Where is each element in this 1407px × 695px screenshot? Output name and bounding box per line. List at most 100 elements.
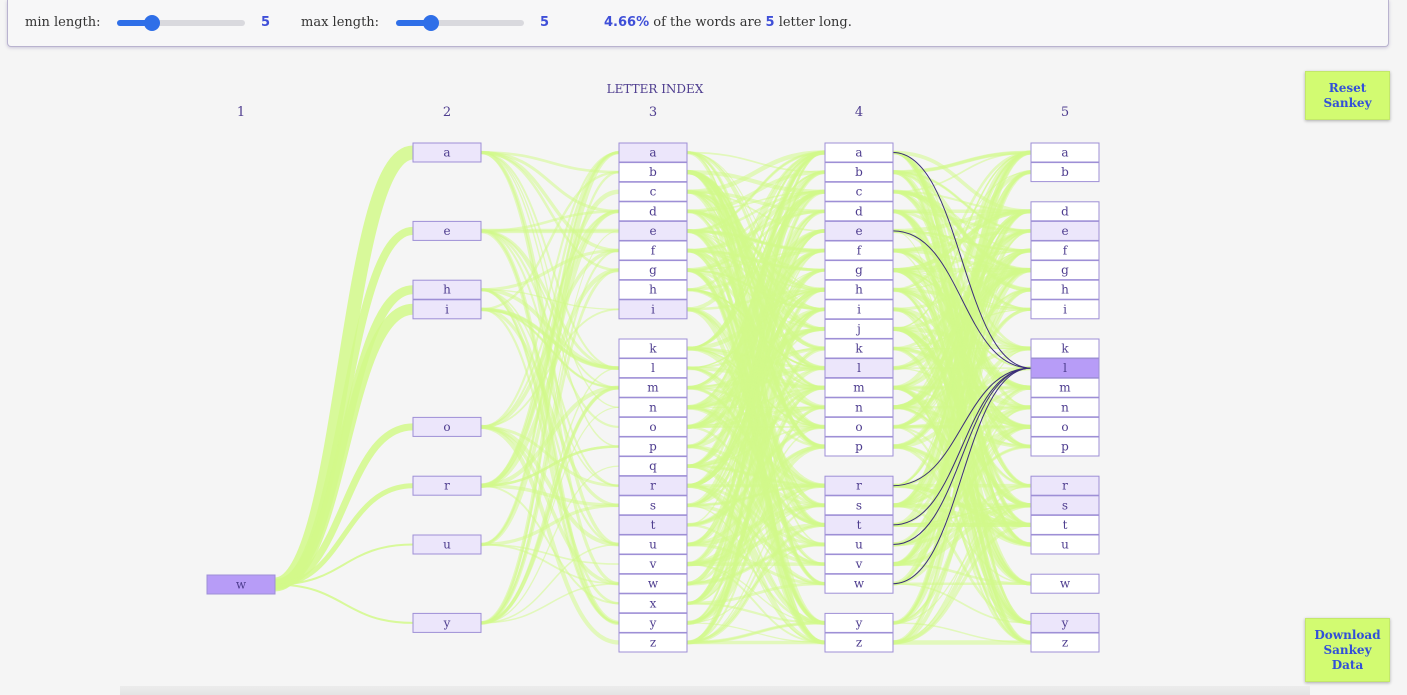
sankey-node[interactable]: z <box>824 632 894 653</box>
column-index-label: 3 <box>649 105 657 120</box>
sankey-node[interactable]: n <box>1030 397 1100 418</box>
sankey-node[interactable]: w <box>1030 573 1100 594</box>
sankey-node[interactable]: m <box>824 377 894 398</box>
sankey-node[interactable]: k <box>618 338 688 359</box>
sankey-node[interactable]: t <box>824 514 894 535</box>
sankey-node[interactable]: u <box>412 534 482 555</box>
sankey-node[interactable]: i <box>412 299 482 320</box>
sankey-node[interactable]: a <box>412 142 482 163</box>
sankey-node[interactable]: e <box>412 220 482 241</box>
sankey-node[interactable]: h <box>618 279 688 300</box>
sankey-node[interactable]: p <box>824 436 894 457</box>
sankey-node[interactable]: x <box>618 593 688 614</box>
column-index-label: 5 <box>1061 105 1069 120</box>
node-label: p <box>1061 440 1069 454</box>
node-label: g <box>855 263 863 277</box>
sankey-node[interactable]: j <box>824 318 894 339</box>
sankey-node[interactable]: d <box>618 201 688 222</box>
node-label: a <box>649 146 656 160</box>
node-label: u <box>443 538 451 552</box>
node-label: n <box>855 400 863 414</box>
sankey-node[interactable]: f <box>618 240 688 261</box>
node-label: p <box>855 440 863 454</box>
node-label: o <box>855 420 862 434</box>
sankey-node[interactable]: s <box>1030 495 1100 516</box>
node-label: g <box>1061 263 1069 277</box>
download-sankey-data-button[interactable]: Download Sankey Data <box>1305 618 1390 682</box>
sankey-node[interactable]: t <box>1030 514 1100 535</box>
sankey-node[interactable]: l <box>824 358 894 379</box>
sankey-node[interactable]: r <box>618 475 688 496</box>
sankey-node[interactable]: e <box>824 220 894 241</box>
node-label: v <box>855 557 863 571</box>
sankey-node[interactable]: b <box>824 162 894 183</box>
sankey-node[interactable]: q <box>618 456 688 477</box>
sankey-node[interactable]: r <box>1030 475 1100 496</box>
sankey-node[interactable]: o <box>412 416 482 437</box>
sankey-node[interactable]: s <box>618 495 688 516</box>
sankey-node[interactable]: d <box>1030 201 1100 222</box>
sankey-node[interactable]: w <box>824 573 894 594</box>
sankey-node[interactable]: k <box>1030 338 1100 359</box>
sankey-node[interactable]: e <box>1030 220 1100 241</box>
sankey-node[interactable]: t <box>618 514 688 535</box>
sankey-node[interactable]: o <box>1030 416 1100 437</box>
sankey-node[interactable]: h <box>1030 279 1100 300</box>
sankey-node[interactable]: h <box>412 279 482 300</box>
sankey-node[interactable]: o <box>618 416 688 437</box>
sankey-node[interactable]: o <box>824 416 894 437</box>
sankey-node[interactable]: h <box>824 279 894 300</box>
sankey-node[interactable]: v <box>618 554 688 575</box>
column-index-label: 1 <box>237 105 245 120</box>
sankey-node[interactable]: m <box>1030 377 1100 398</box>
sankey-node[interactable]: c <box>824 181 894 202</box>
sankey-node[interactable]: f <box>1030 240 1100 261</box>
sankey-node[interactable]: i <box>1030 299 1100 320</box>
sankey-node[interactable]: e <box>618 220 688 241</box>
sankey-node[interactable]: n <box>824 397 894 418</box>
sankey-node[interactable]: w <box>618 573 688 594</box>
sankey-node[interactable]: m <box>618 377 688 398</box>
sankey-node[interactable]: a <box>824 142 894 163</box>
sankey-node[interactable]: w <box>206 574 276 595</box>
sankey-node[interactable]: b <box>618 162 688 183</box>
node-label: m <box>647 381 659 395</box>
sankey-node[interactable]: a <box>1030 142 1100 163</box>
sankey-node[interactable]: g <box>824 260 894 281</box>
sankey-node[interactable]: c <box>618 181 688 202</box>
sankey-node[interactable]: v <box>824 554 894 575</box>
sankey-node[interactable]: y <box>1030 612 1100 633</box>
sankey-node[interactable]: f <box>824 240 894 261</box>
bottom-scroll-shadow <box>120 686 1310 695</box>
reset-sankey-button[interactable]: Reset Sankey <box>1305 71 1390 120</box>
node-label: d <box>1061 204 1069 218</box>
sankey-node[interactable]: y <box>618 612 688 633</box>
sankey-node[interactable]: r <box>824 475 894 496</box>
sankey-node[interactable]: i <box>618 299 688 320</box>
sankey-node[interactable]: b <box>1030 162 1100 183</box>
sankey-node[interactable]: i <box>824 299 894 320</box>
sankey-node[interactable]: u <box>824 534 894 555</box>
sankey-node[interactable]: y <box>824 612 894 633</box>
sankey-node[interactable]: z <box>1030 632 1100 653</box>
node-label: d <box>855 204 863 218</box>
sankey-node[interactable]: u <box>618 534 688 555</box>
sankey-node[interactable]: y <box>412 612 482 633</box>
sankey-node[interactable]: l <box>1030 358 1100 379</box>
sankey-node[interactable]: g <box>618 260 688 281</box>
sankey-node[interactable]: r <box>412 475 482 496</box>
sankey-node[interactable]: a <box>618 142 688 163</box>
sankey-node[interactable]: s <box>824 495 894 516</box>
sankey-node[interactable]: n <box>618 397 688 418</box>
sankey-node[interactable]: k <box>824 338 894 359</box>
sankey-node[interactable]: p <box>618 436 688 457</box>
node-label: h <box>1061 283 1069 297</box>
sankey-node[interactable]: g <box>1030 260 1100 281</box>
sankey-node[interactable]: p <box>1030 436 1100 457</box>
node-label: y <box>649 616 657 630</box>
sankey-node[interactable]: l <box>618 358 688 379</box>
node-label: p <box>649 440 657 454</box>
sankey-node[interactable]: z <box>618 632 688 653</box>
sankey-node[interactable]: u <box>1030 534 1100 555</box>
sankey-node[interactable]: d <box>824 201 894 222</box>
